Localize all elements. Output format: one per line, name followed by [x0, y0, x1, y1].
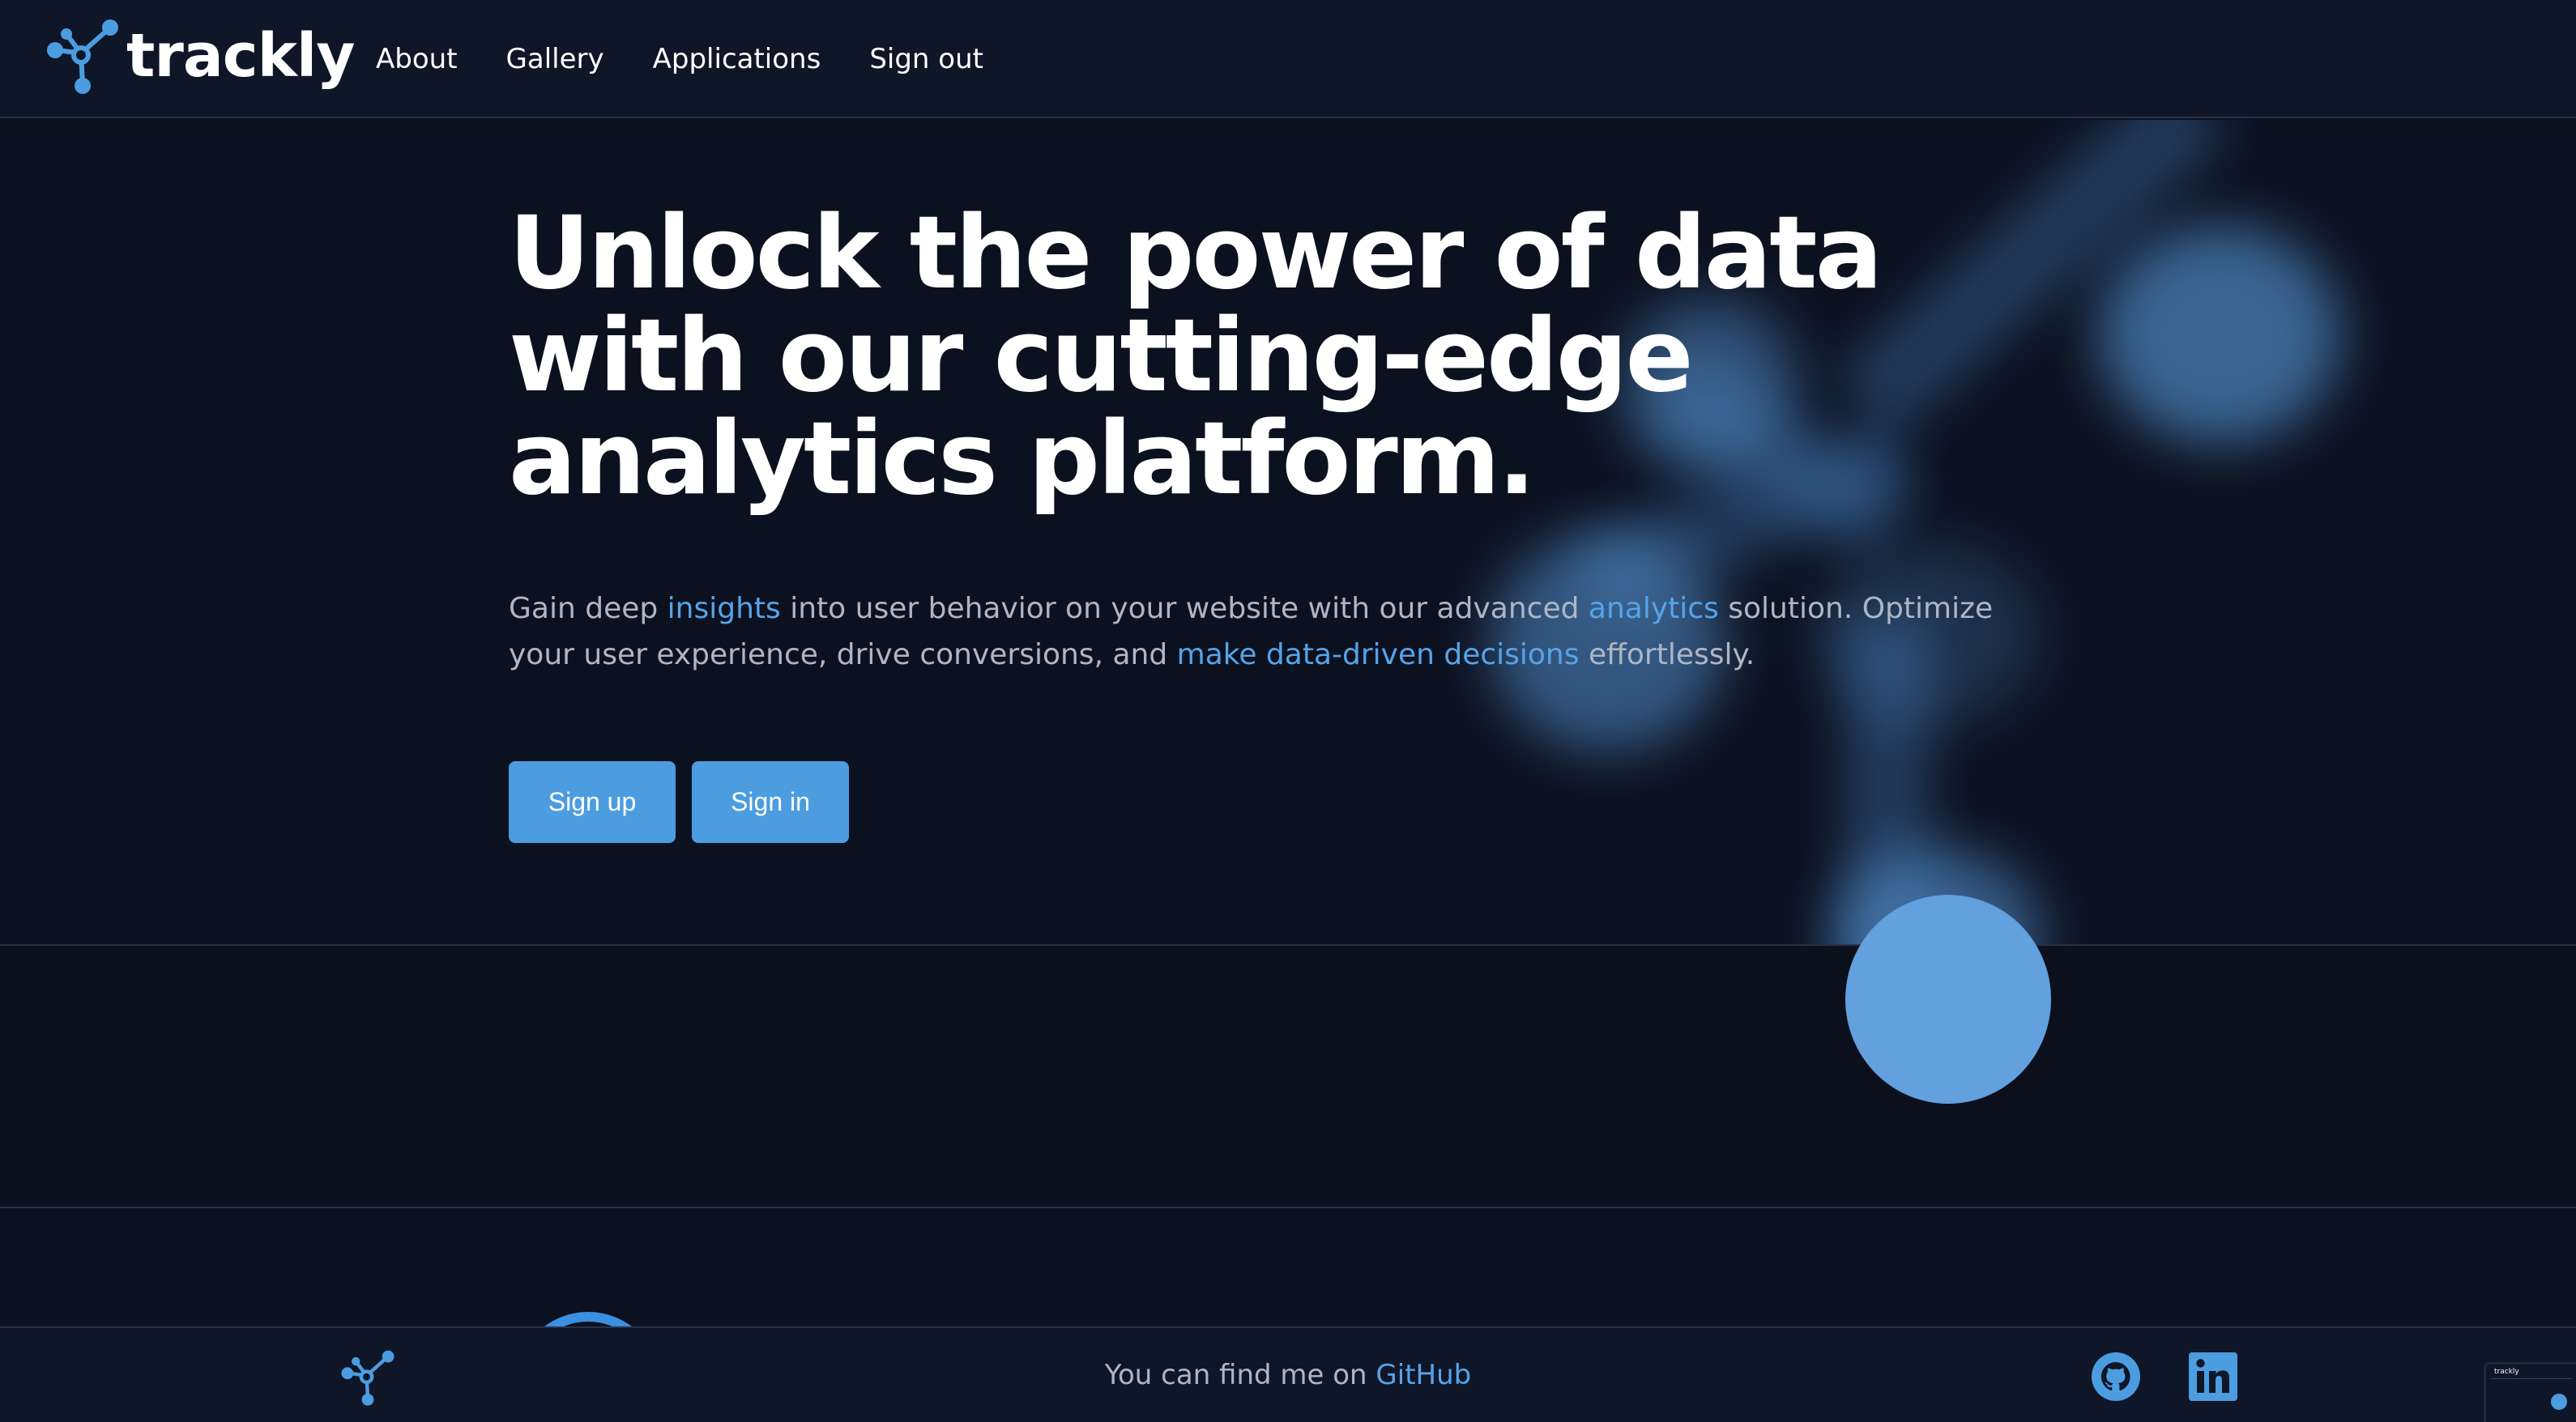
hero-description: Gain deep insights into user behavior on… — [509, 585, 2048, 678]
thumbnail-github-icon — [2551, 1394, 2567, 1410]
text-fragment: effortlessly. — [1579, 638, 1755, 671]
page: trackly About Gallery Applications Sign … — [0, 0, 2576, 1422]
thumbnail-brand: trackly — [2494, 1368, 2519, 1376]
github-icon[interactable] — [2090, 1351, 2142, 1403]
page-thumbnail-preview[interactable]: trackly — [2484, 1362, 2576, 1422]
middle-band — [0, 947, 2576, 1208]
sign-up-button[interactable]: Sign up — [509, 761, 676, 843]
lower-section — [0, 1210, 2576, 1326]
data-driven-link[interactable]: make data-driven decisions — [1177, 638, 1580, 671]
nav-link-about[interactable]: About — [376, 43, 458, 75]
hero-section: Unlock the power of data with our cuttin… — [0, 120, 2576, 946]
sign-in-button[interactable]: Sign in — [692, 761, 849, 843]
brand-name: trackly — [126, 21, 355, 91]
nav-link-sign-out[interactable]: Sign out — [869, 43, 983, 75]
navbar: trackly About Gallery Applications Sign … — [0, 0, 2576, 118]
footer: You can find me on GitHub — [0, 1326, 2576, 1422]
linkedin-icon[interactable] — [2187, 1351, 2239, 1403]
footer-text-prefix: You can find me on — [1104, 1359, 1376, 1391]
analytics-link[interactable]: analytics — [1589, 592, 1719, 625]
brand-link[interactable]: trackly — [45, 18, 355, 94]
nav-links: About Gallery Applications Sign out — [376, 0, 1032, 118]
github-link[interactable]: GitHub — [1375, 1359, 1471, 1391]
text-fragment: into user behavior on your website with … — [780, 592, 1589, 625]
text-fragment: Gain deep — [509, 592, 667, 625]
nav-link-gallery[interactable]: Gallery — [506, 43, 604, 75]
network-node-circle — [1845, 895, 2051, 1104]
hero-headline: Unlock the power of data with our cuttin… — [509, 195, 1883, 517]
nav-link-applications[interactable]: Applications — [653, 43, 821, 75]
insights-link[interactable]: insights — [667, 592, 781, 625]
molecule-network-icon — [47, 19, 118, 94]
